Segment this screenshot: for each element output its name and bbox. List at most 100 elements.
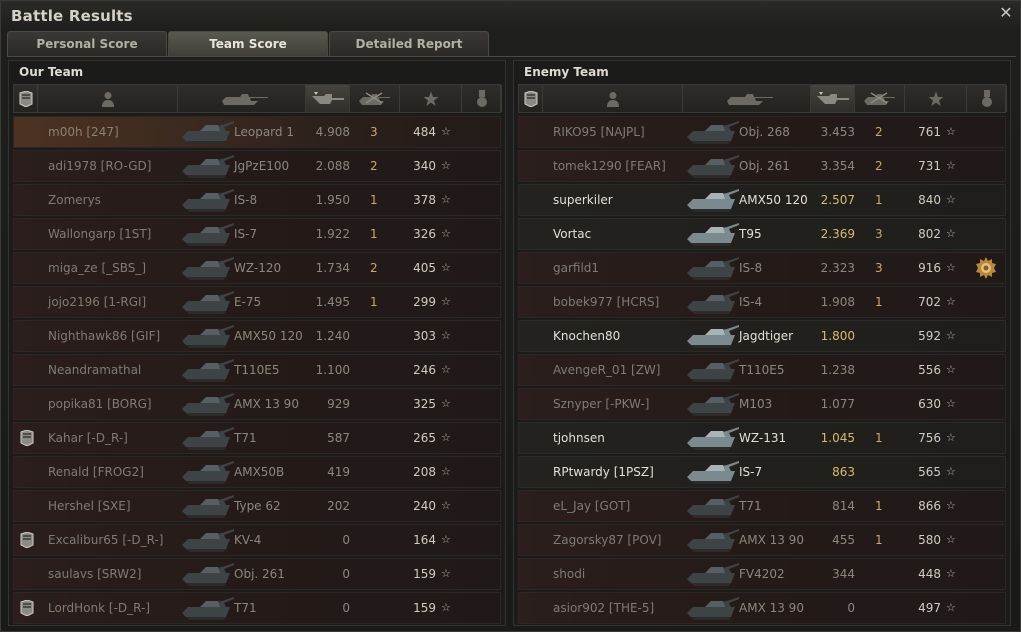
player-row[interactable]: RPtwardy [1PSZ] IS-7 863 565 ☆ — [518, 456, 1006, 488]
player-row[interactable]: Knochen80 Jagdtiger 1.800 592 ☆ — [518, 320, 1006, 352]
vehicle-name: IS-7 — [234, 227, 258, 241]
damage-value: 3.453 — [820, 125, 855, 139]
medal-icon — [476, 89, 488, 108]
star-icon: ☆ — [946, 431, 956, 444]
kills-value: 1 — [875, 193, 883, 207]
column-header-player-icon[interactable] — [543, 85, 683, 112]
player-row[interactable]: Zomerys IS-8 1.950 1 378 ☆ — [13, 184, 501, 216]
player-row[interactable]: shodi FV4202 344 448 ☆ — [518, 558, 1006, 590]
column-header-player-icon[interactable] — [38, 85, 178, 112]
column-header-medal-icon[interactable] — [462, 85, 502, 112]
tab-team-score[interactable]: Team Score — [168, 31, 328, 56]
tank-icon — [685, 457, 741, 485]
xp-value: 556 — [918, 363, 941, 377]
damage-value: 1.045 — [820, 431, 855, 445]
player-row[interactable]: eL_Jay [GOT] T71 814 1 866 ☆ — [518, 490, 1006, 522]
xp-value: 340 — [413, 159, 436, 173]
battle-results-window: Battle Results ✕ Personal Score Team Sco… — [0, 0, 1021, 632]
player-row[interactable]: Nighthawk86 [GIF] AMX50 120 1.240 303 ☆ — [13, 320, 501, 352]
star-icon: ☆ — [946, 499, 956, 512]
player-row[interactable]: tjohnsen WZ-131 1.045 1 756 ☆ — [518, 422, 1006, 454]
player-row[interactable]: bobek977 [HCRS] IS-4 1.908 1 702 ☆ — [518, 286, 1006, 318]
star-icon: ☆ — [441, 431, 451, 444]
column-header-medal-icon[interactable] — [967, 85, 1007, 112]
damage-value: 1.240 — [315, 329, 350, 343]
column-header-badge-icon[interactable] — [519, 85, 543, 112]
tab-detailed-report[interactable]: Detailed Report — [329, 31, 489, 56]
star-icon: ☆ — [441, 261, 451, 274]
tank-icon — [180, 389, 236, 417]
vehicle-name: IS-7 — [739, 465, 763, 479]
column-header-badge-icon[interactable] — [14, 85, 38, 112]
player-row[interactable]: AvengeR_01 [ZW] T110E5 1.238 556 ☆ — [518, 354, 1006, 386]
player-row[interactable]: garfild1 IS-8 2.323 3 916 ☆ — [518, 252, 1006, 284]
player-name: AvengeR_01 [ZW] — [553, 363, 661, 377]
column-header-xp-star-icon[interactable] — [905, 85, 967, 112]
player-row[interactable]: jojo2196 [1-RGI] E-75 1.495 1 299 ☆ — [13, 286, 501, 318]
player-row[interactable]: adi1978 [RO-GD] JgPzE100 2.088 2 340 ☆ — [13, 150, 501, 182]
player-row[interactable]: asior902 [THE-5] AMX 13 90 0 497 ☆ — [518, 592, 1006, 624]
damage-value: 1.100 — [315, 363, 350, 377]
player-row[interactable]: LordHonk [-D_R-] T71 0 159 ☆ — [13, 592, 501, 624]
vehicle-name: T71 — [739, 499, 762, 513]
player-row[interactable]: popika81 [BORG] AMX 13 90 929 325 ☆ — [13, 388, 501, 420]
player-name: m00h [247] — [48, 125, 119, 139]
player-row[interactable]: m00h [247] Leopard 1 4.908 3 484 ☆ — [13, 116, 501, 148]
player-name: Hershel [SXE] — [48, 499, 131, 513]
damage-value: 2.507 — [820, 193, 855, 207]
player-icon — [606, 91, 620, 107]
player-name: asior902 [THE-5] — [553, 601, 655, 615]
player-row[interactable]: tomek1290 [FEAR] Obj. 261 3.354 2 731 ☆ — [518, 150, 1006, 182]
player-name: Excalibur65 [-D_R-] — [48, 533, 164, 547]
column-header-kills-icon[interactable] — [350, 85, 400, 112]
player-name: eL_Jay [GOT] — [553, 499, 631, 513]
close-icon[interactable]: ✕ — [998, 5, 1014, 21]
column-header-xp-star-icon[interactable] — [400, 85, 462, 112]
player-row[interactable]: Zagorsky87 [POV] AMX 13 90 455 1 580 ☆ — [518, 524, 1006, 556]
tank-icon — [180, 355, 236, 383]
player-row[interactable]: superkiler AMX50 120 2.507 1 840 ☆ — [518, 184, 1006, 216]
player-row[interactable]: Renald [FROG2] AMX50B 419 208 ☆ — [13, 456, 501, 488]
damage-value: 1.800 — [820, 329, 855, 343]
tank-icon — [180, 253, 236, 281]
player-row[interactable]: Sznyper [-PKW-] M103 1.077 630 ☆ — [518, 388, 1006, 420]
tab-personal-score[interactable]: Personal Score — [7, 31, 167, 56]
player-row[interactable]: Excalibur65 [-D_R-] KV-4 0 164 ☆ — [13, 524, 501, 556]
column-header-damage-icon[interactable] — [811, 85, 855, 112]
player-name: tomek1290 [FEAR] — [553, 159, 666, 173]
damage-icon — [815, 91, 851, 107]
enemy-team-header — [518, 84, 1007, 113]
tank-icon — [180, 593, 236, 621]
column-header-damage-icon[interactable] — [306, 85, 350, 112]
tank-icon — [685, 185, 741, 213]
column-header-kills-icon[interactable] — [855, 85, 905, 112]
column-header-vehicle-icon[interactable] — [178, 85, 306, 112]
star-icon: ☆ — [946, 601, 956, 614]
player-row[interactable]: saulavs [SRW2] Obj. 261 0 159 ☆ — [13, 558, 501, 590]
player-row[interactable]: RIKO95 [NAJPL] Obj. 268 3.453 2 761 ☆ — [518, 116, 1006, 148]
damage-value: 0 — [342, 533, 350, 547]
tank-icon — [685, 559, 741, 587]
star-icon: ☆ — [946, 125, 956, 138]
damage-value: 4.908 — [315, 125, 350, 139]
star-icon: ☆ — [946, 533, 956, 546]
tank-icon — [685, 491, 741, 519]
xp-value: 378 — [413, 193, 436, 207]
player-row[interactable]: Wallongarp [1ST] IS-7 1.922 1 326 ☆ — [13, 218, 501, 250]
player-name: Wallongarp [1ST] — [48, 227, 152, 241]
kills-value: 2 — [875, 125, 883, 139]
xp-value: 731 — [918, 159, 941, 173]
player-row[interactable]: miga_ze [_SBS_] WZ-120 1.734 2 405 ☆ — [13, 252, 501, 284]
column-header-vehicle-icon[interactable] — [683, 85, 811, 112]
damage-value: 929 — [327, 397, 350, 411]
enemy-team-title: Enemy Team — [524, 65, 609, 79]
player-row[interactable]: Hershel [SXE] Type 62 202 240 ☆ — [13, 490, 501, 522]
damage-value: 0 — [847, 601, 855, 615]
star-icon: ☆ — [441, 601, 451, 614]
player-row[interactable]: Neandramathal T110E5 1.100 246 ☆ — [13, 354, 501, 386]
our-team-rows: m00h [247] Leopard 1 4.908 3 484 ☆ adi1978 [RO… — [13, 116, 501, 626]
player-name: miga_ze [_SBS_] — [48, 261, 147, 275]
tank-icon — [685, 151, 741, 179]
player-row[interactable]: Kahar [-D_R-] T71 587 265 ☆ — [13, 422, 501, 454]
player-row[interactable]: Vortac T95 2.369 3 802 ☆ — [518, 218, 1006, 250]
